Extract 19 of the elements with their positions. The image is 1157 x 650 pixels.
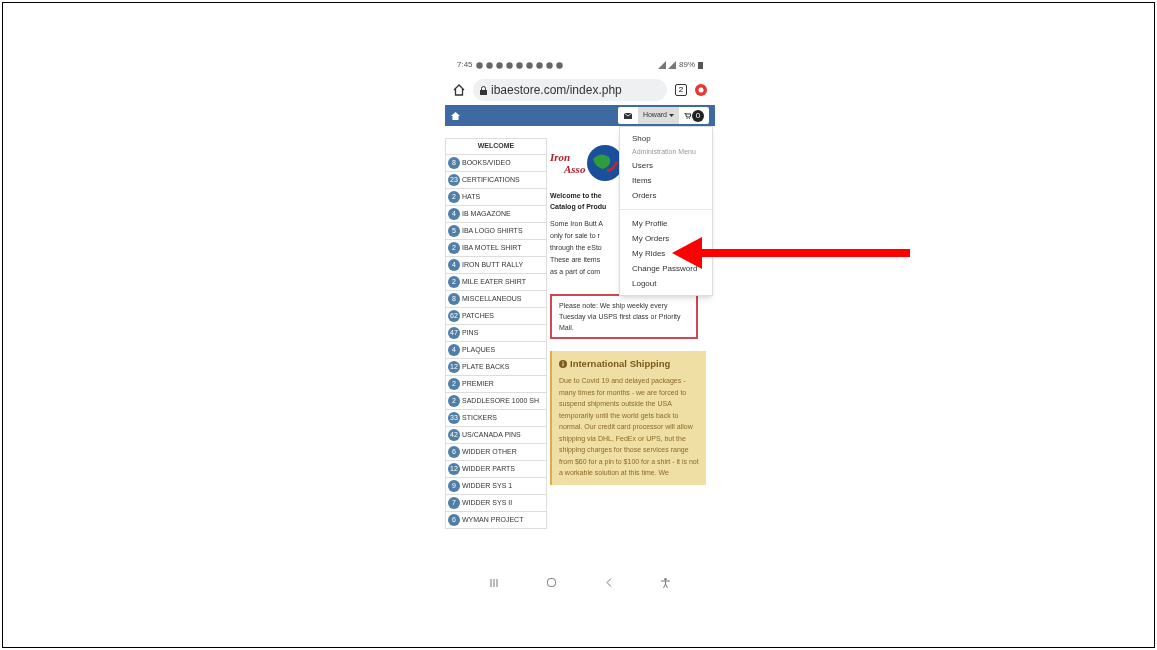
menu-item[interactable]: Items: [632, 175, 652, 186]
menu-item[interactable]: My Rides: [632, 248, 666, 259]
shipping-title: International Shipping: [570, 357, 671, 371]
cart-button[interactable]: 0: [679, 107, 709, 124]
logo-text: Iron: [550, 150, 571, 163]
menu-item[interactable]: My Orders: [632, 233, 670, 244]
cart-count-badge: 0: [692, 109, 704, 122]
status-time: 7:45: [457, 59, 473, 71]
address-bar[interactable]: ibaestore.com/index.php: [473, 79, 667, 101]
menu-item[interactable]: Orders: [632, 190, 657, 201]
menu-item[interactable]: Change Password: [632, 263, 698, 274]
tab-count-button[interactable]: 2: [675, 84, 687, 96]
url-text: ibaestore.com/index.php: [491, 82, 622, 99]
menu-item[interactable]: Shop: [632, 133, 651, 144]
menu-item[interactable]: Logout: [632, 278, 657, 289]
menu-item[interactable]: Users: [632, 160, 653, 171]
menu-item[interactable]: My Profile: [632, 218, 668, 229]
battery-level: 89%: [679, 59, 695, 71]
logo-text: Asso: [564, 162, 586, 175]
